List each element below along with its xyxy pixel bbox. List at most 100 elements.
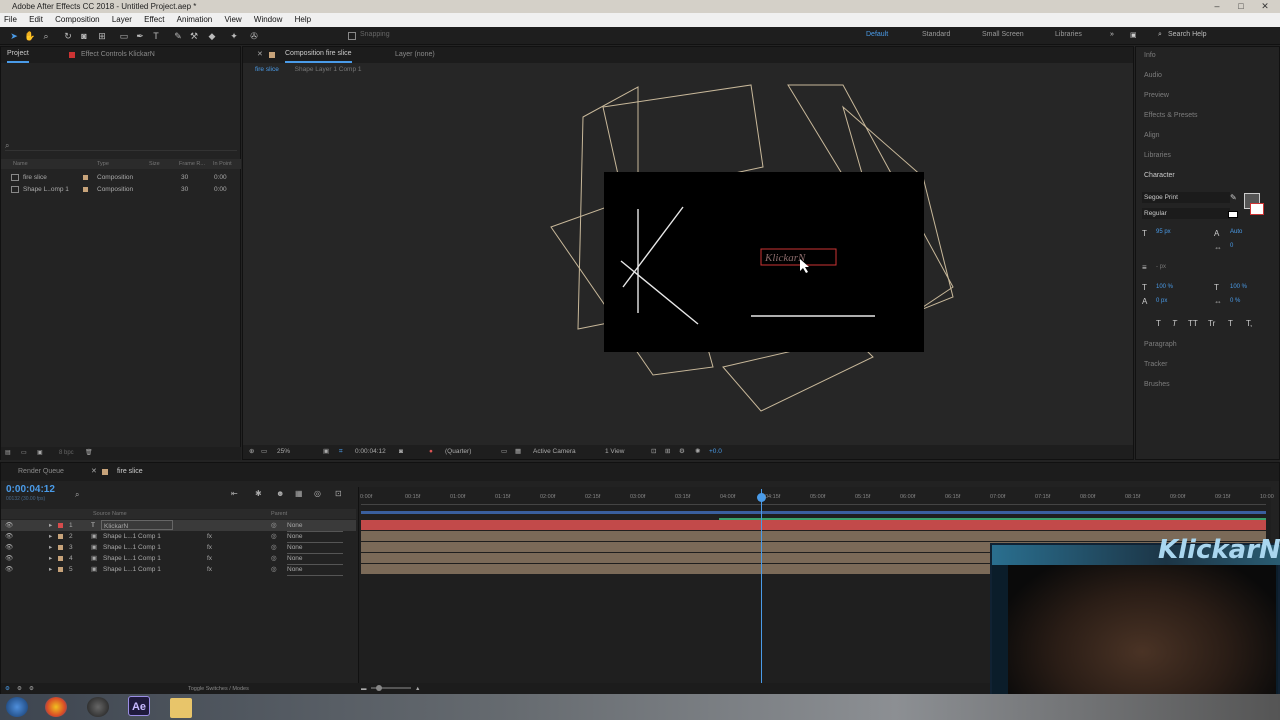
search-help-icon[interactable]: ⌕	[1158, 31, 1162, 39]
effect-fx-icon[interactable]: fx	[207, 564, 212, 575]
column-name[interactable]: Name	[13, 159, 28, 169]
baseline-shift-value[interactable]: 0 px	[1156, 298, 1167, 304]
panel-align[interactable]: Align	[1144, 132, 1160, 139]
menu-help[interactable]: Help	[295, 15, 311, 24]
more-workspaces-icon[interactable]: »	[1110, 31, 1114, 38]
menu-animation[interactable]: Animation	[177, 15, 213, 24]
expand-triangle-icon[interactable]: ▸	[49, 553, 52, 564]
shy-layers-icon[interactable]: ☻	[276, 489, 284, 498]
close-icon[interactable]: ✕	[1254, 0, 1276, 13]
column-in-point[interactable]: In Point	[213, 159, 232, 169]
eraser-tool-icon[interactable]: ◆	[206, 30, 218, 42]
stroke-width-value[interactable]: - px	[1156, 264, 1166, 270]
rotate-tool-icon[interactable]: ↻	[62, 30, 74, 42]
rectangle-tool-icon[interactable]: ▭	[118, 30, 130, 42]
layer-row[interactable]: 👁 ▸ 4 ▣ Shape L...1 Comp 1 fx ◎ None	[1, 553, 356, 565]
motion-blur-icon[interactable]: ◎	[314, 489, 321, 498]
new-composition-icon[interactable]: ▣	[37, 447, 43, 460]
region-icon[interactable]: ▭	[261, 445, 267, 459]
resolution-select[interactable]: (Quarter)	[445, 445, 471, 459]
column-type[interactable]: Type	[97, 159, 109, 169]
workspace-panel-icon[interactable]: ▣	[1130, 31, 1137, 39]
visibility-eye-icon[interactable]: 👁	[5, 531, 13, 542]
project-item[interactable]: Shape L..omp 1 Composition 30 0:00	[1, 184, 241, 195]
snapping-checkbox[interactable]	[348, 32, 356, 40]
panel-preview[interactable]: Preview	[1144, 92, 1169, 99]
zoom-level[interactable]: 25%	[277, 445, 290, 459]
panel-audio[interactable]: Audio	[1144, 72, 1162, 79]
view-layout-select[interactable]: 1 View	[605, 445, 624, 459]
menu-layer[interactable]: Layer	[112, 15, 132, 24]
maximize-icon[interactable]: □	[1230, 0, 1252, 13]
camera-select[interactable]: Active Camera	[533, 445, 576, 459]
layer-name[interactable]: KlickarN	[101, 520, 173, 530]
pen-tool-icon[interactable]: ✒	[134, 30, 146, 42]
menu-edit[interactable]: Edit	[29, 15, 43, 24]
parent-link-icon[interactable]: ◎	[271, 542, 277, 553]
menu-composition[interactable]: Composition	[55, 15, 99, 24]
start-button-icon[interactable]	[6, 697, 28, 717]
layer-name[interactable]: Shape L...1 Comp 1	[103, 542, 161, 553]
effect-fx-icon[interactable]: fx	[207, 531, 212, 542]
faux-italic-button[interactable]: T	[1172, 319, 1177, 328]
panel-paragraph[interactable]: Paragraph	[1144, 341, 1177, 348]
new-folder-icon[interactable]: ▭	[21, 447, 27, 460]
current-time-indicator[interactable]	[761, 489, 762, 683]
region-of-interest-icon[interactable]: ▭	[501, 445, 507, 459]
panel-info[interactable]: Info	[1144, 52, 1156, 59]
layer-name[interactable]: Shape L...1 Comp 1	[103, 553, 161, 564]
parent-link-icon[interactable]: ◎	[271, 531, 277, 542]
eyedropper-icon[interactable]: ✎	[1230, 193, 1237, 202]
effect-fx-icon[interactable]: fx	[207, 553, 212, 564]
roto-brush-tool-icon[interactable]: ✦	[228, 30, 240, 42]
font-style-select[interactable]: Regular	[1142, 208, 1230, 219]
panel-libraries[interactable]: Libraries	[1144, 152, 1171, 159]
effect-fx-icon[interactable]: fx	[207, 542, 212, 553]
timeline-timecode[interactable]: 0:00:04:12	[6, 484, 55, 495]
tab-render-queue[interactable]: Render Queue	[18, 463, 64, 481]
tab-fire-slice[interactable]: fire slice	[117, 463, 143, 481]
vertical-scale-value[interactable]: 100 %	[1156, 284, 1173, 290]
snapshot-icon[interactable]: ◙	[399, 445, 403, 459]
parent-link-icon[interactable]: ◎	[271, 564, 277, 575]
layer-name[interactable]: Shape L...1 Comp 1	[103, 564, 161, 575]
file-explorer-icon[interactable]	[170, 698, 192, 718]
type-tool-icon[interactable]: T	[150, 30, 162, 42]
firefox-icon[interactable]	[45, 697, 67, 717]
pixel-aspect-icon[interactable]: ⊡	[651, 445, 656, 459]
delete-icon[interactable]: 🗑	[85, 447, 93, 460]
font-family-select[interactable]: Segoe Print	[1142, 192, 1230, 203]
subscript-button[interactable]: T,	[1246, 319, 1252, 328]
puppet-tool-icon[interactable]: ✇	[248, 30, 260, 42]
parent-link-icon[interactable]: ◎	[271, 520, 277, 531]
project-item[interactable]: fire slice Composition 30 0:00	[1, 172, 241, 183]
superscript-button[interactable]: T	[1228, 319, 1233, 328]
stroke-color-swatch[interactable]	[1250, 203, 1264, 215]
menu-view[interactable]: View	[224, 15, 241, 24]
brush-tool-icon[interactable]: ✎	[172, 30, 184, 42]
transparency-grid-icon[interactable]: ▦	[515, 445, 521, 459]
current-timecode[interactable]: 0:00:04:12	[355, 445, 386, 459]
expand-triangle-icon[interactable]: ▸	[49, 542, 52, 553]
frame-blending-icon[interactable]: ▦	[295, 489, 303, 498]
layer-name[interactable]: Shape L...1 Comp 1	[103, 531, 161, 542]
panel-brushes[interactable]: Brushes	[1144, 381, 1170, 388]
clone-stamp-tool-icon[interactable]: ⚒	[188, 30, 200, 42]
layer-row[interactable]: 👁 ▸ 3 ▣ Shape L...1 Comp 1 fx ◎ None	[1, 542, 356, 554]
fast-previews-icon[interactable]: ⊞	[665, 445, 670, 459]
menu-window[interactable]: Window	[254, 15, 282, 24]
column-size[interactable]: Size	[149, 159, 160, 169]
layer-track-bar[interactable]	[361, 531, 1266, 541]
tab-project[interactable]: Project	[7, 47, 29, 63]
parent-select[interactable]: None	[287, 564, 343, 576]
flowchart-icon[interactable]: ⚙	[679, 445, 685, 459]
workspace-standard[interactable]: Standard	[922, 31, 950, 38]
mask-icon[interactable]: ▣	[323, 445, 329, 459]
expand-triangle-icon[interactable]: ▸	[49, 531, 52, 542]
zoom-slider-handle[interactable]	[376, 685, 382, 691]
selection-tool-icon[interactable]: ➤	[8, 30, 20, 42]
exposure-value[interactable]: +0.0	[709, 445, 722, 459]
close-tab-icon[interactable]: ✕	[91, 463, 97, 481]
comp-flowchart-icon[interactable]: ⇤	[231, 489, 238, 498]
search-help-input[interactable]: Search Help	[1168, 31, 1207, 38]
